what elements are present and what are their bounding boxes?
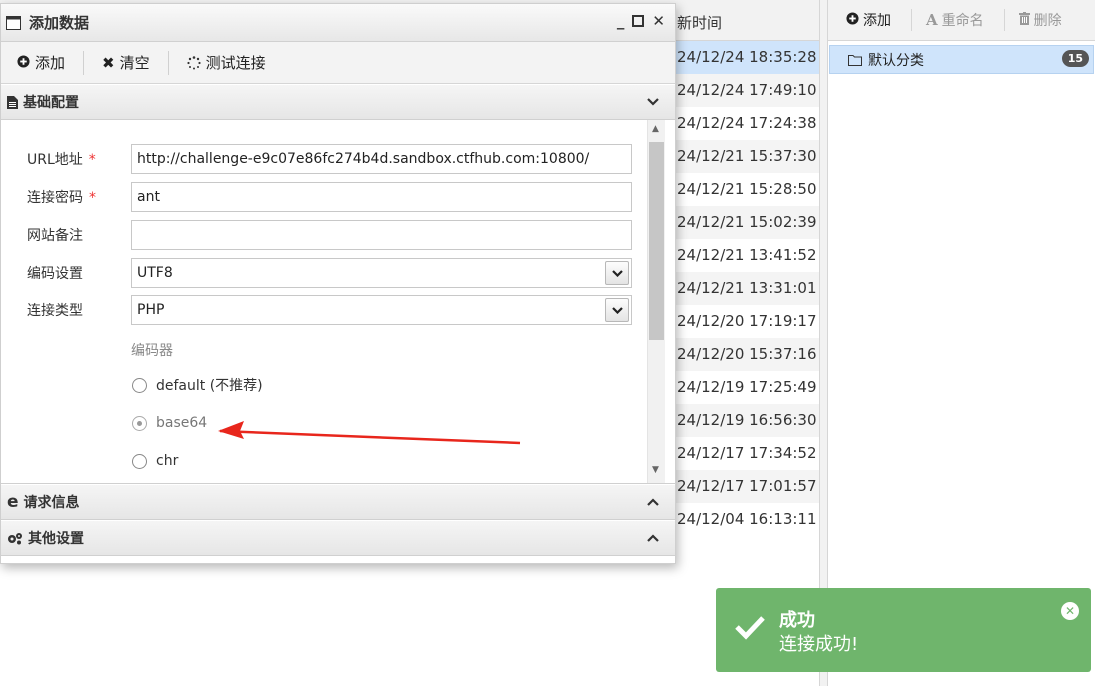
url-row: URL地址 * http://challenge-e9c07e86fc274b4d… — [1, 144, 641, 174]
encoder-option-chr[interactable]: chr — [132, 449, 178, 473]
checkmark-icon — [734, 614, 766, 644]
add-button-label: 添加 — [35, 54, 66, 72]
column-header-updated-time[interactable]: 新时间 — [677, 12, 722, 33]
add-button[interactable]: 添加 — [15, 52, 67, 73]
test-connection-button[interactable]: 测试连接 — [185, 52, 268, 73]
required-mark: * — [88, 152, 96, 168]
close-icon[interactable]: ✕ — [652, 12, 665, 30]
success-toast: 成功 连接成功! ✕ — [716, 588, 1091, 672]
panel-splitter[interactable] — [819, 0, 828, 686]
add-data-dialog: 添加数据 _ ✕ 添加 ✖ 清空 测试连接 基础配置 URL地址 * http:… — [0, 3, 676, 564]
type-value: PHP — [137, 302, 165, 318]
chevron-down-icon[interactable] — [605, 261, 629, 285]
scroll-up-icon[interactable]: ▲ — [652, 124, 659, 134]
dialog-toolbar: 添加 ✖ 清空 测试连接 — [1, 42, 675, 84]
encoding-row: 编码设置 UTF8 — [1, 258, 641, 288]
basic-config-title: 基础配置 — [23, 95, 79, 111]
window-controls: _ ✕ — [617, 12, 665, 30]
scrollbar-thumb[interactable] — [649, 142, 664, 340]
category-delete-label: 删除 — [1033, 13, 1062, 29]
category-add-label: 添加 — [863, 13, 891, 29]
basic-config-header[interactable]: 基础配置 — [1, 84, 675, 120]
toolbar-divider — [911, 9, 912, 31]
other-settings-title: 其他设置 — [28, 531, 84, 547]
category-item-default[interactable]: 默认分类 15 — [829, 45, 1094, 74]
other-settings-header[interactable]: 其他设置 — [1, 520, 675, 556]
note-label: 网站备注 — [27, 228, 83, 244]
dialog-title: 添加数据 — [29, 14, 90, 32]
category-rename-button[interactable]: A 重命名 — [922, 8, 994, 32]
category-panel: 添加 A 重命名 删除 默认分类 15 — [828, 0, 1095, 686]
x-icon: ✖ — [102, 53, 115, 72]
font-icon: A — [926, 11, 938, 29]
encoding-value: UTF8 — [137, 265, 173, 281]
encoder-option-default[interactable]: default (不推荐) — [132, 373, 263, 397]
toolbar-divider — [1003, 9, 1005, 31]
gears-icon — [7, 532, 23, 545]
radio-button[interactable] — [132, 377, 147, 393]
chevron-down-icon — [647, 94, 659, 110]
password-input[interactable]: ant — [131, 182, 632, 212]
plus-circle-icon — [846, 11, 859, 29]
document-icon — [7, 95, 18, 109]
request-info-title: 请求信息 — [23, 495, 80, 511]
required-mark: * — [89, 190, 96, 206]
dialog-titlebar[interactable]: 添加数据 _ ✕ — [1, 4, 675, 42]
type-label: 连接类型 — [27, 303, 83, 319]
encoding-select[interactable]: UTF8 — [131, 258, 632, 288]
encoder-option-base64[interactable]: base64 — [132, 411, 207, 435]
annotation-arrow — [218, 421, 521, 445]
plus-circle-icon — [17, 54, 30, 72]
encoder-option-label: default (不推荐) — [156, 378, 263, 394]
category-rename-label: 重命名 — [941, 13, 984, 29]
category-name: 默认分类 — [868, 52, 924, 69]
toolbar-divider — [167, 50, 169, 75]
chevron-up-icon — [647, 530, 659, 546]
scrollbar[interactable]: ▲ ▼ — [647, 120, 665, 483]
note-input[interactable] — [131, 220, 632, 250]
window-icon — [6, 15, 21, 30]
category-delete-button[interactable]: 删除 — [1015, 8, 1072, 32]
internet-explorer-icon: e — [7, 492, 19, 512]
encoder-option-label: chr — [156, 453, 179, 469]
type-select[interactable]: PHP — [131, 295, 632, 325]
radio-button[interactable] — [132, 453, 147, 469]
toolbar-divider — [83, 50, 85, 75]
chevron-up-icon — [647, 494, 659, 510]
spinner-icon — [187, 55, 201, 70]
clear-button[interactable]: ✖ 清空 — [100, 52, 152, 73]
test-connection-label: 测试连接 — [205, 54, 266, 72]
folder-icon — [848, 54, 862, 66]
url-label: URL地址 * — [27, 152, 96, 168]
maximize-icon[interactable] — [632, 12, 645, 30]
minimize-icon[interactable]: _ — [617, 12, 625, 30]
chevron-down-icon[interactable] — [605, 298, 629, 322]
trash-icon — [1018, 11, 1030, 29]
note-row: 网站备注 — [1, 220, 641, 250]
encoder-title: 编码器 — [131, 343, 173, 359]
category-add-button[interactable]: 添加 — [842, 8, 901, 32]
toast-message: 连接成功! — [779, 634, 859, 655]
category-count-badge: 15 — [1061, 50, 1089, 67]
close-icon[interactable]: ✕ — [1061, 602, 1079, 620]
request-info-header[interactable]: e 请求信息 — [1, 484, 675, 520]
password-row: 连接密码 * ant — [1, 182, 641, 212]
radio-button[interactable] — [132, 415, 147, 431]
url-input[interactable]: http://challenge-e9c07e86fc274b4d.sandbo… — [131, 144, 632, 174]
password-label: 连接密码 * — [27, 190, 96, 206]
scroll-down-icon[interactable]: ▼ — [652, 465, 659, 475]
encoding-label: 编码设置 — [27, 266, 83, 282]
category-toolbar: 添加 A 重命名 删除 — [828, 0, 1095, 41]
type-row: 连接类型 PHP — [1, 295, 641, 325]
encoder-option-label: base64 — [156, 415, 208, 431]
clear-button-label: 清空 — [119, 54, 150, 72]
toast-title: 成功 — [779, 610, 815, 631]
